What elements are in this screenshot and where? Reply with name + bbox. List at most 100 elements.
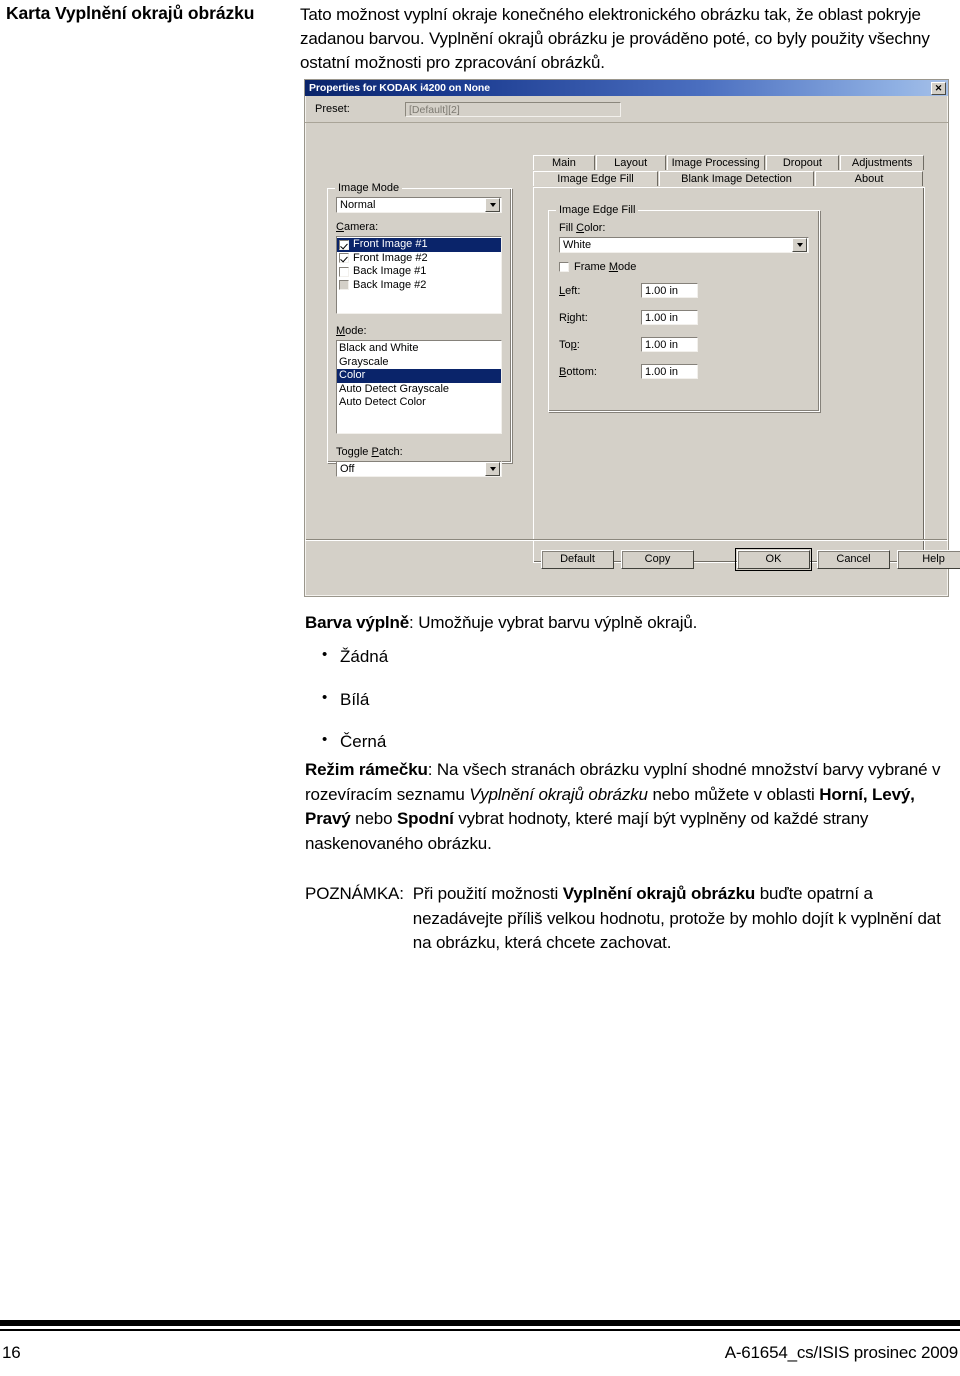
checkbox-icon[interactable] (339, 239, 349, 250)
list-item[interactable]: Back Image #2 (337, 279, 501, 293)
image-mode-combo-value: Normal (340, 199, 376, 211)
frame-mode-checkbox-row[interactable]: Frame Mode (559, 261, 809, 273)
checkbox-icon[interactable] (339, 253, 349, 264)
note-bold: Vyplnění okrajů obrázku (562, 884, 756, 903)
note-block: POZNÁMKA: Při použití možnosti Vyplnění … (305, 882, 945, 956)
tab-panel-image-edge-fill: Image Edge Fill Fill Color: White Frame … (533, 187, 925, 563)
close-icon[interactable]: ✕ (931, 81, 946, 95)
tab-blank-image-detection[interactable]: Blank Image Detection (659, 171, 814, 186)
tab-image-processing[interactable]: Image Processing (666, 155, 765, 170)
fill-color-value: White (563, 239, 592, 251)
frame-mode-bold2: Spodní (396, 809, 454, 829)
preset-label: Preset: (315, 103, 350, 115)
right-input[interactable]: 1.00 in (641, 310, 698, 325)
list-item-label: Back Image #2 (353, 278, 427, 291)
default-button[interactable]: Default (541, 550, 614, 569)
document-reference: A-61654_cs/ISIS prosinec 2009 (724, 1343, 958, 1362)
toggle-patch-value: Off (340, 463, 355, 475)
image-mode-combo[interactable]: Normal (336, 197, 502, 213)
list-item-label: Back Image #1 (353, 265, 427, 277)
footer-divider (0, 1320, 960, 1331)
camera-label: Camera: (336, 221, 379, 233)
bottom-label: Bottom: (559, 365, 597, 378)
image-edge-fill-group: Image Edge Fill Fill Color: White Frame … (548, 204, 820, 412)
tab-main[interactable]: Main (533, 155, 595, 170)
document-page: Karta Vyplnění okrajů obrázku Tato možno… (0, 0, 960, 1376)
tab-strip-row1: Main Layout Image Processing Dropout Adj… (533, 155, 925, 170)
mode-listbox[interactable]: Black and White Grayscale Color Auto Det… (336, 340, 502, 434)
list-item[interactable]: Front Image #2 (337, 252, 501, 266)
tab-dropout[interactable]: Dropout (765, 155, 840, 170)
intro-paragraph: Tato možnost vyplní okraje konečného ele… (300, 5, 930, 73)
frame-mode-bold-lead: Režim rámečku (305, 760, 428, 779)
toggle-patch-combo[interactable]: Off (336, 461, 502, 477)
preset-row: Preset: [Default][2] (305, 96, 948, 123)
bottom-input[interactable]: 1.00 in (641, 364, 698, 379)
right-field-row: Right: 1.00 in (559, 308, 809, 327)
chevron-down-icon[interactable] (485, 462, 500, 476)
page-number: 16 (2, 1343, 21, 1362)
fill-color-options-list: Žádná Bílá Černá (318, 644, 918, 773)
left-label: Left: (559, 284, 581, 297)
camera-listbox[interactable]: Front Image #1 Front Image #2 Back Image… (336, 236, 502, 314)
fill-color-combo[interactable]: White (559, 237, 809, 253)
list-item: Žádná (318, 644, 918, 670)
preset-input[interactable]: [Default][2] (405, 101, 621, 117)
list-item[interactable]: Black and White (337, 342, 501, 356)
image-edge-fill-legend: Image Edge Fill (556, 204, 639, 216)
list-item[interactable]: Color (337, 369, 501, 383)
dialog-titlebar: Properties for KODAK i4200 on None ✕ (305, 80, 948, 96)
checkbox-icon[interactable] (339, 266, 349, 277)
bottom-field-row: Bottom: 1.00 in (559, 362, 809, 381)
page-section-heading: Karta Vyplnění okrajů obrázku (6, 3, 255, 23)
list-item[interactable]: Grayscale (337, 356, 501, 370)
list-item-label: Black and White (339, 342, 419, 354)
copy-button[interactable]: Copy (621, 550, 694, 569)
image-mode-group: Image Mode Normal Camera: Front Image #1 (327, 182, 512, 477)
list-item-label: Auto Detect Grayscale (339, 382, 450, 395)
fill-color-label: Fill Color: (559, 222, 606, 234)
list-item[interactable]: Auto Detect Color (337, 396, 501, 410)
footer-rule-thick (0, 1320, 960, 1326)
chevron-down-icon[interactable] (485, 198, 500, 212)
tab-about[interactable]: About (815, 171, 923, 186)
top-input[interactable]: 1.00 in (641, 337, 698, 352)
cancel-button[interactable]: Cancel (817, 550, 890, 569)
fill-color-heading-rest: : Umožňuje vybrat barvu výplně okrajů. (409, 613, 698, 632)
list-item: Černá (318, 729, 918, 755)
frame-mode-italic1: Vyplnění okrajů obrázku (469, 784, 648, 804)
left-input[interactable]: 1.00 in (641, 283, 698, 298)
tab-adjustments[interactable]: Adjustments (840, 155, 925, 170)
help-button[interactable]: Help (897, 550, 960, 569)
list-item-label: Auto Detect Color (339, 396, 426, 408)
chevron-down-icon[interactable] (792, 238, 807, 252)
checkbox-icon[interactable] (559, 262, 569, 272)
list-item-label: Front Image #1 (353, 238, 428, 250)
checkbox-icon (339, 280, 349, 291)
dialog-button-bar: Default Copy OK Cancel Help (305, 540, 960, 577)
list-item-label: Front Image #2 (353, 251, 428, 264)
note-label: POZNÁMKA: (305, 884, 404, 903)
image-mode-legend: Image Mode (335, 182, 403, 194)
footer-rule-thin (0, 1329, 960, 1331)
left-field-row: Left: 1.00 in (559, 281, 809, 300)
list-item-label: Color (339, 369, 366, 381)
toggle-patch-label: Toggle Patch: (336, 446, 403, 458)
top-label: Top: (559, 338, 580, 351)
dialog-title: Properties for KODAK i4200 on None (309, 82, 490, 94)
footer: 16 A-61654_cs/ISIS prosinec 2009 (0, 1343, 960, 1363)
frame-mode-label: Frame Mode (574, 261, 637, 273)
note-part1: Při použití možnosti (412, 884, 563, 903)
list-item[interactable]: Auto Detect Grayscale (337, 383, 501, 397)
properties-dialog: Properties for KODAK i4200 on None ✕ Pre… (304, 79, 960, 597)
frame-mode-part3: nebo (350, 809, 397, 829)
list-item[interactable]: Front Image #1 (337, 238, 501, 252)
tab-container: Main Layout Image Processing Dropout Adj… (533, 155, 925, 563)
tab-layout[interactable]: Layout (595, 155, 666, 170)
right-label: Right: (559, 311, 588, 324)
tab-image-edge-fill[interactable]: Image Edge Fill (533, 171, 658, 186)
ok-button[interactable]: OK (735, 548, 812, 571)
list-item: Bílá (318, 687, 918, 713)
fill-color-heading: Barva výplně: Umožňuje vybrat barvu výpl… (305, 611, 945, 636)
list-item[interactable]: Back Image #1 (337, 265, 501, 279)
